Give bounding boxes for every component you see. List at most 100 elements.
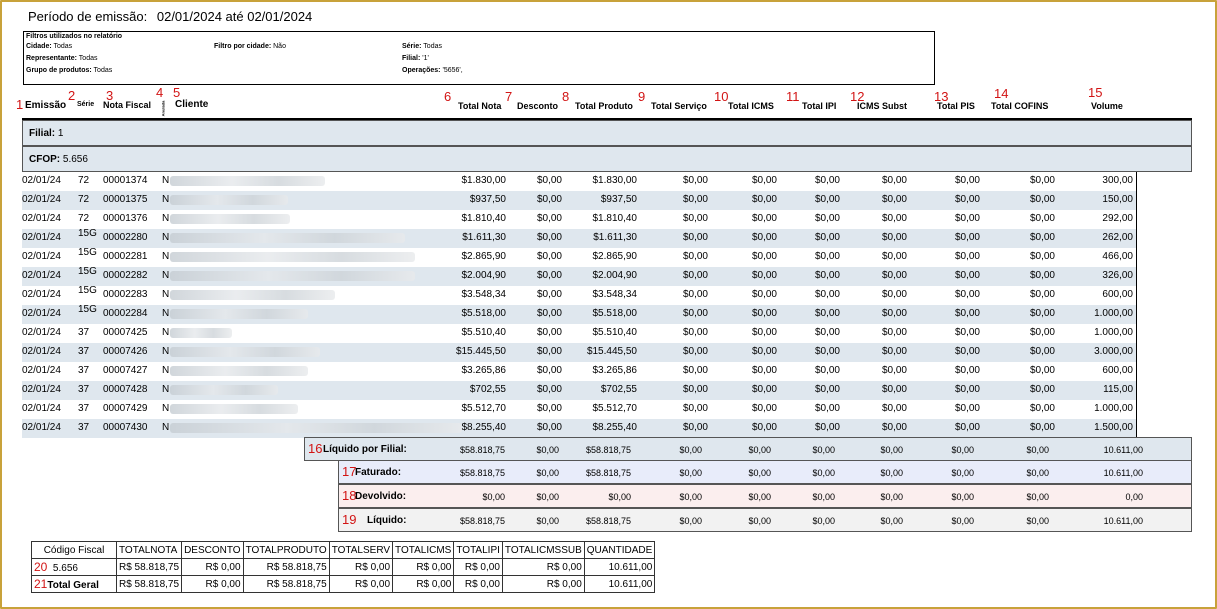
summary-cell-ipi: $0,00	[812, 468, 835, 478]
cell-a: N	[162, 289, 170, 300]
col-desconto: Desconto	[517, 101, 559, 111]
totals-cell: R$ 0,00	[392, 558, 455, 576]
table-row: 02/01/24 15G 00002284 N $5.518,00 $0,00 $5.518…	[22, 304, 1137, 324]
cell-pis: $0,00	[954, 270, 980, 281]
cell-total: $1.830,00	[461, 175, 507, 186]
cell-desc: $0,00	[536, 270, 562, 281]
cell-cofins: $0,00	[1029, 289, 1055, 300]
cell-total: $1.810,40	[461, 213, 507, 224]
summary-label: Devolvido:	[355, 491, 407, 502]
cell-prod: $1.810,40	[592, 213, 638, 224]
cell-total: $2.865,90	[461, 251, 507, 262]
cell-subst: $0,00	[881, 194, 907, 205]
cell-pis: $0,00	[954, 308, 980, 319]
cell-ipi: $0,00	[814, 175, 840, 186]
cell-icms: $0,00	[751, 232, 777, 243]
client-name-redacted	[170, 290, 335, 300]
table-row: 02/01/24 37 00007427 N $3.265,86 $0,00 $3.265,…	[22, 362, 1137, 381]
cell-prod: $3.548,34	[592, 289, 638, 300]
cell-subst: $0,00	[881, 365, 907, 376]
cell-desc: $0,00	[536, 384, 562, 395]
cell-nf: 00007428	[103, 384, 148, 395]
cell-emissao: 02/01/24	[22, 422, 61, 433]
col-anulada: Anulada	[160, 100, 166, 117]
cell-pis: $0,00	[954, 346, 980, 357]
cell-cofins: $0,00	[1029, 346, 1055, 357]
cell-vol: 1.500,00	[1094, 422, 1133, 433]
cell-icms: $0,00	[751, 194, 777, 205]
cell-desc: $0,00	[536, 251, 562, 262]
totals-row: 20 5.656 R$ 58.818,75 R$ 0,00 R$ 58.818,…	[31, 558, 656, 576]
cell-cofins: $0,00	[1029, 251, 1055, 262]
cell-a: N	[162, 251, 170, 262]
cell-icms: $0,00	[751, 365, 777, 376]
summary-cell-subst: $0,00	[880, 492, 903, 502]
cell-serie: 37	[78, 403, 90, 414]
cell-serie: 37	[78, 422, 90, 433]
totals-cell: R$ 0,00	[328, 575, 394, 593]
cell-icms: $0,00	[751, 346, 777, 357]
cell-subst: $0,00	[881, 327, 907, 338]
summary-label: Líquido por Filial:	[323, 444, 407, 455]
cell-desc: $0,00	[536, 232, 562, 243]
cell-prod: $3.265,86	[592, 365, 638, 376]
summary-cell-total: $58.818,75	[459, 516, 505, 526]
cell-a: N	[162, 270, 170, 281]
client-name-redacted	[170, 404, 298, 414]
cell-total: $5.512,70	[461, 403, 507, 414]
table-row: 02/01/24 15G 00002282 N $2.004,90 $0,00 $2.004…	[22, 266, 1137, 286]
cell-cofins: $0,00	[1029, 403, 1055, 414]
client-name-redacted	[170, 328, 232, 338]
cell-serv: $0,00	[682, 213, 708, 224]
cell-a: N	[162, 403, 170, 414]
summary-cell-serv: $0,00	[679, 492, 702, 502]
cell-ipi: $0,00	[814, 232, 840, 243]
totals-cell: R$ 58.818,75	[242, 558, 330, 576]
filters-box: Filtros utilizados no relatório Cidade: …	[23, 31, 935, 85]
cell-emissao: 02/01/24	[22, 289, 61, 300]
cell-total: $702,55	[469, 384, 506, 395]
filter-cidade: Cidade: Todas	[26, 43, 73, 50]
cell-vol: 600,00	[1102, 289, 1133, 300]
client-name-redacted	[170, 271, 415, 281]
marker-2: 2	[68, 88, 76, 103]
totals-cell: R$ 0,00	[328, 558, 394, 576]
summary-cell-subst: $0,00	[880, 445, 903, 455]
cell-subst: $0,00	[881, 251, 907, 262]
cell-ipi: $0,00	[814, 308, 840, 319]
cell-total: $5.510,40	[461, 327, 507, 338]
cell-a: N	[162, 384, 170, 395]
cell-serv: $0,00	[682, 403, 708, 414]
filial-band: Filial: 1	[22, 120, 1192, 146]
totals-cell: R$ 58.818,75	[115, 558, 183, 576]
cell-nf: 00002284	[103, 308, 148, 319]
table-row: 02/01/24 37 00007430 N $8.255,40 $0,00 $8.255,…	[22, 419, 1137, 438]
summary-cell-pis: $0,00	[951, 468, 974, 478]
cell-emissao: 02/01/24	[22, 232, 61, 243]
client-name-redacted	[170, 252, 415, 262]
cell-vol: 1.000,00	[1094, 327, 1133, 338]
cell-icms: $0,00	[751, 327, 777, 338]
cell-total: $1.611,30	[462, 232, 506, 243]
totals-cell: R$ 0,00	[453, 575, 503, 593]
summary-cell-vol: 10.611,00	[1103, 468, 1143, 478]
cell-subst: $0,00	[881, 289, 907, 300]
cfop-value: 5.656	[62, 154, 88, 165]
cell-pis: $0,00	[954, 422, 980, 433]
cell-cofins: $0,00	[1029, 365, 1055, 376]
cell-ipi: $0,00	[814, 365, 840, 376]
cell-desc: $0,00	[536, 308, 562, 319]
summary-cell-total: $58.818,75	[459, 468, 505, 478]
cell-desc: $0,00	[536, 422, 562, 433]
summary-label: Líquido:	[367, 515, 407, 526]
col-serie: Série	[77, 101, 95, 108]
cell-vol: 300,00	[1102, 175, 1133, 186]
cell-vol: 1.000,00	[1094, 308, 1133, 319]
marker-21: 21	[34, 577, 48, 591]
col-cliente: Cliente	[175, 99, 209, 110]
marker-8: 8	[562, 89, 570, 104]
cell-pis: $0,00	[954, 175, 980, 186]
cell-a: N	[162, 365, 170, 376]
summary-cell-desc: $0,00	[536, 468, 559, 478]
cell-serie: 37	[78, 365, 90, 376]
